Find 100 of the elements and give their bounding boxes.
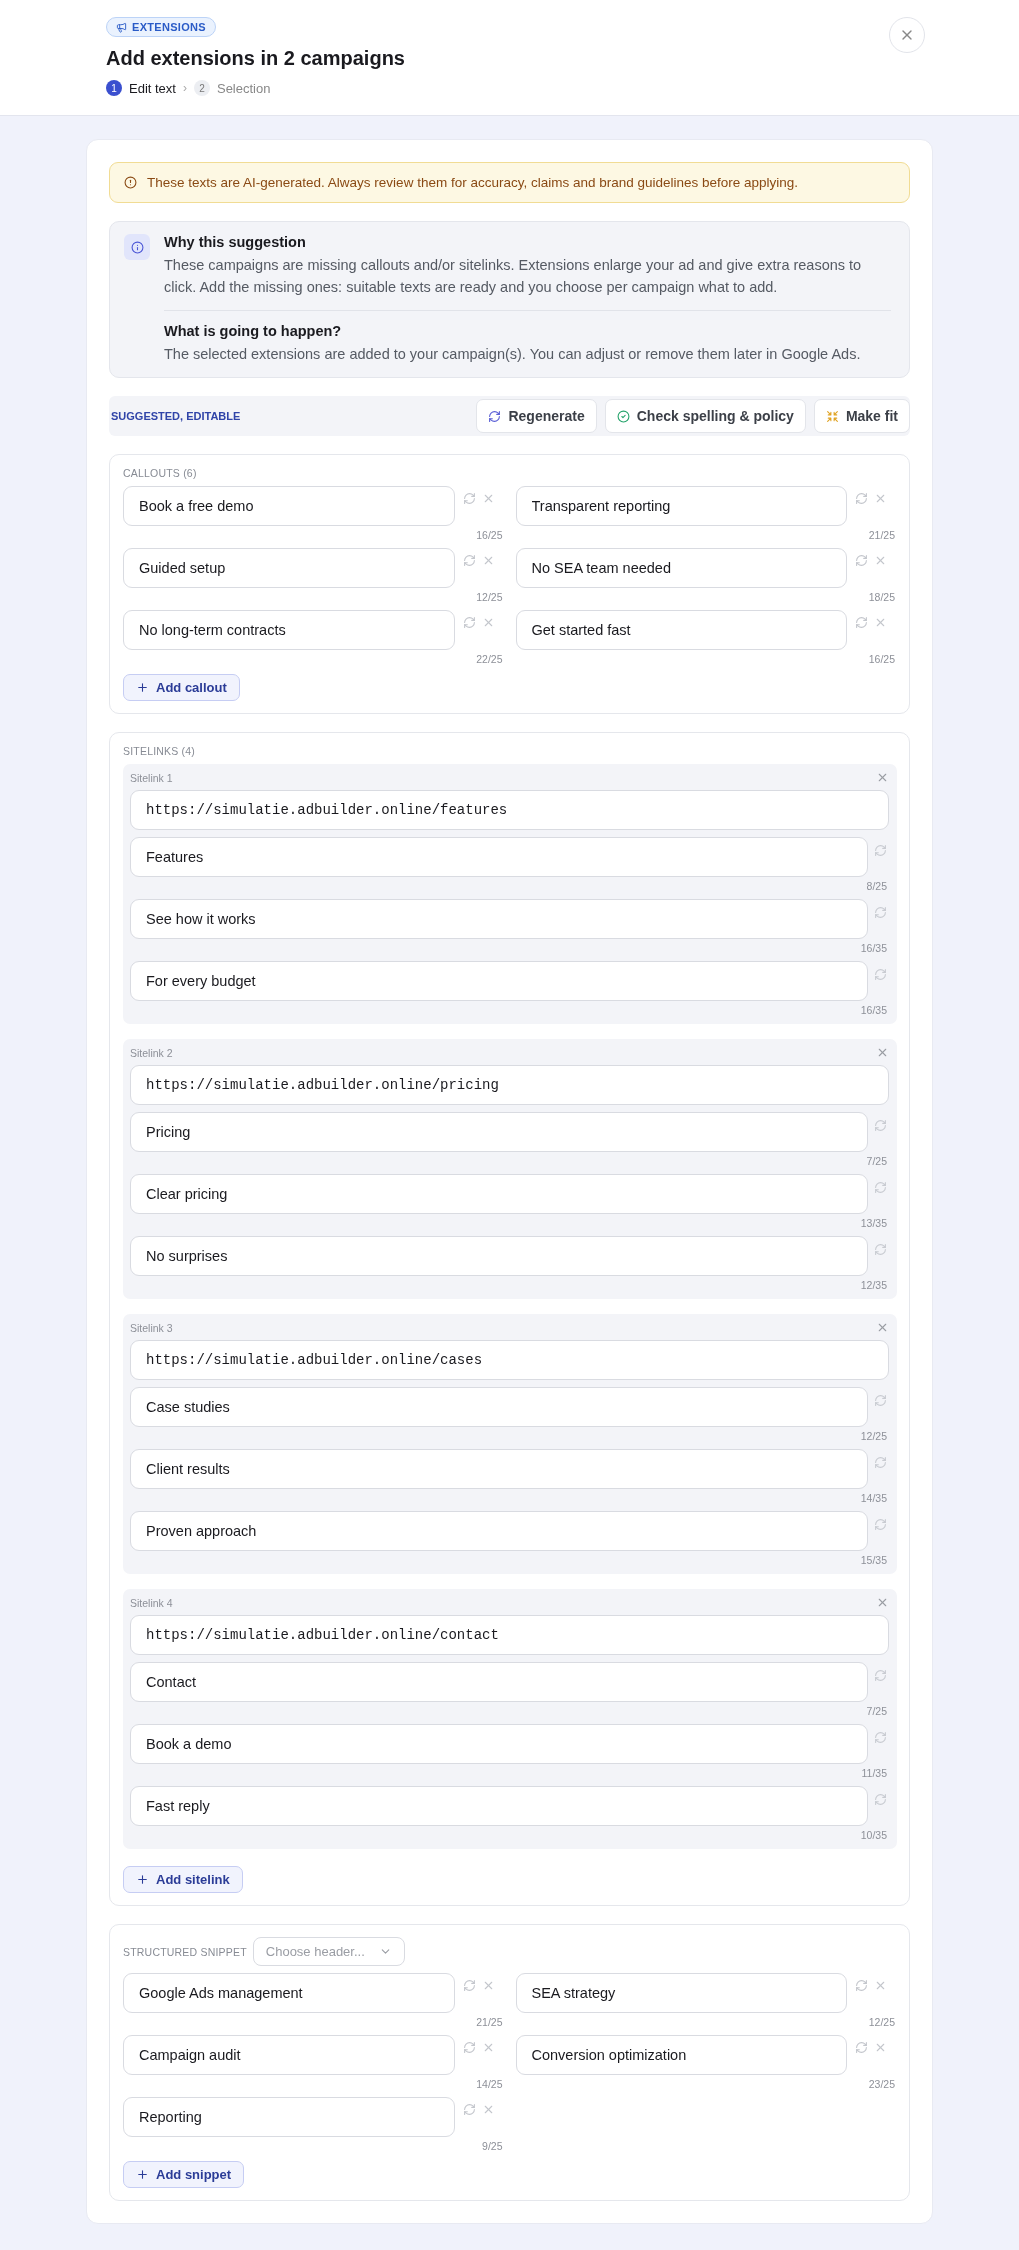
refresh-icon xyxy=(488,409,502,423)
sitelink-field[interactable]: Proven approach xyxy=(130,1511,868,1551)
char-count: 18/25 xyxy=(868,591,895,603)
refresh-icon[interactable] xyxy=(855,554,868,567)
sitelink-field[interactable]: See how it works xyxy=(130,899,868,939)
char-count: 7/25 xyxy=(866,1705,887,1717)
close-icon[interactable] xyxy=(874,1979,887,1992)
char-count: 7/25 xyxy=(866,1155,887,1167)
refresh-icon[interactable] xyxy=(874,844,887,857)
close-icon[interactable] xyxy=(876,771,889,784)
refresh-icon[interactable] xyxy=(874,1731,887,1744)
refresh-icon[interactable] xyxy=(874,968,887,981)
close-icon[interactable] xyxy=(876,1321,889,1334)
refresh-icon[interactable] xyxy=(462,1979,476,1992)
toolbar-label: SUGGESTED, EDITABLE xyxy=(111,410,241,422)
check-circle-icon xyxy=(616,409,630,423)
close-button[interactable] xyxy=(889,17,925,53)
toolbar-button[interactable]: Regenerate xyxy=(476,399,597,433)
sitelink-field[interactable]: Clear pricing xyxy=(130,1174,868,1214)
add-callout-button[interactable]: Add callout xyxy=(123,674,240,701)
char-count: 11/35 xyxy=(861,1767,887,1779)
callout-field[interactable]: No long-term contracts xyxy=(123,610,455,650)
refresh-icon[interactable] xyxy=(855,1979,868,1992)
char-count: 12/25 xyxy=(476,591,503,603)
close-icon[interactable] xyxy=(874,616,887,629)
refresh-icon[interactable] xyxy=(855,616,868,629)
url-field[interactable]: https://simulatie.adbuilder.online/cases xyxy=(130,1340,889,1380)
refresh-icon[interactable] xyxy=(855,2041,868,2054)
refresh-icon[interactable] xyxy=(874,1394,887,1407)
callout-field[interactable]: Guided setup xyxy=(123,548,455,588)
plus-icon xyxy=(136,2168,149,2181)
sitelink-field[interactable]: Features xyxy=(130,837,868,877)
url-field[interactable]: https://simulatie.adbuilder.online/pricing xyxy=(130,1065,889,1105)
char-count: 21/25 xyxy=(868,529,895,541)
ai-warning: These texts are AI-generated. Always review them for accuracy, claims and brand guidelines before applying. xyxy=(147,175,799,190)
refresh-icon[interactable] xyxy=(462,492,476,505)
sitelink-field[interactable]: No surprises xyxy=(130,1236,868,1276)
refresh-icon[interactable] xyxy=(462,2041,476,2054)
sitelink-field[interactable]: Client results xyxy=(130,1449,868,1489)
step-label: Selection xyxy=(216,80,271,96)
plus-icon xyxy=(136,681,149,694)
close-icon[interactable] xyxy=(874,554,887,567)
alert-icon xyxy=(124,176,137,189)
char-count: 23/25 xyxy=(868,2078,895,2090)
url-field[interactable]: https://simulatie.adbuilder.online/features xyxy=(130,790,889,830)
step-number: 1 xyxy=(106,80,122,96)
add-snippet-button[interactable]: Add snippet xyxy=(123,2161,245,2188)
step-label: Edit text xyxy=(129,80,176,96)
sitelink-field[interactable]: Book a demo xyxy=(130,1724,868,1764)
close-icon[interactable] xyxy=(876,1046,889,1059)
callout-field[interactable]: No SEA team needed xyxy=(515,548,847,588)
callout-field[interactable]: Book a free demo xyxy=(123,486,455,526)
close-icon[interactable] xyxy=(876,1596,889,1609)
info-text: These campaigns are missing callouts and/or sitelinks. Extensions enlarge your ad and give extra reasons to click. Add the missing ones: suitable texts are ready and you choose per campaign what to add. xyxy=(164,256,863,297)
refresh-icon[interactable] xyxy=(874,906,887,919)
char-count: 14/35 xyxy=(860,1492,887,1504)
sitelink-field[interactable]: Case studies xyxy=(130,1387,868,1427)
refresh-icon[interactable] xyxy=(874,1456,887,1469)
section-heading: SITELINKS (4) xyxy=(123,745,197,757)
sitelink-label: Sitelink 4 xyxy=(130,1596,173,1609)
url-field[interactable]: https://simulatie.adbuilder.online/contact xyxy=(130,1615,889,1655)
callout-field[interactable]: SEA strategy xyxy=(515,1973,847,2013)
info-text: The selected extensions are added to your campaign(s). You can adjust or remove them later in Google Ads. xyxy=(164,345,862,364)
sitelink-field[interactable]: Fast reply xyxy=(130,1786,868,1826)
plus-icon xyxy=(136,1873,149,1886)
step-separator: › xyxy=(182,81,187,95)
callout-field[interactable]: Campaign audit xyxy=(123,2035,455,2075)
callout-field[interactable]: Transparent reporting xyxy=(515,486,847,526)
char-count: 10/35 xyxy=(860,1829,887,1841)
char-count: 16/35 xyxy=(860,942,887,954)
add-sitelink-button[interactable]: Add sitelink xyxy=(123,1866,243,1893)
refresh-icon[interactable] xyxy=(462,616,476,629)
close-icon[interactable] xyxy=(874,492,887,505)
char-count: 13/35 xyxy=(860,1217,887,1229)
section-heading: CALLOUTS (6) xyxy=(123,467,198,479)
refresh-icon[interactable] xyxy=(462,2103,476,2116)
refresh-icon[interactable] xyxy=(874,1119,887,1132)
refresh-icon[interactable] xyxy=(874,1669,887,1682)
toolbar-button[interactable]: Make fit xyxy=(813,399,910,433)
sitelink-field[interactable]: Pricing xyxy=(130,1112,868,1152)
callout-field[interactable]: Get started fast xyxy=(515,610,847,650)
char-count: 16/25 xyxy=(476,529,503,541)
toolbar-button[interactable]: Check spelling & policy xyxy=(604,399,806,433)
refresh-icon[interactable] xyxy=(462,554,476,567)
callout-field[interactable]: Conversion optimization xyxy=(515,2035,847,2075)
refresh-icon[interactable] xyxy=(874,1518,887,1531)
sitelink-field[interactable]: For every budget xyxy=(130,961,868,1001)
shrink-icon xyxy=(825,409,839,423)
refresh-icon[interactable] xyxy=(874,1793,887,1806)
callout-field[interactable]: Google Ads management xyxy=(123,1973,455,2013)
sitelink-label: Sitelink 1 xyxy=(130,771,173,784)
refresh-icon[interactable] xyxy=(874,1181,887,1194)
refresh-icon[interactable] xyxy=(874,1243,887,1256)
close-icon[interactable] xyxy=(874,2041,887,2054)
char-count: 16/25 xyxy=(868,653,895,665)
refresh-icon[interactable] xyxy=(855,492,868,505)
char-count: 9/25 xyxy=(482,2140,503,2152)
sitelink-field[interactable]: Contact xyxy=(130,1662,868,1702)
callout-field[interactable]: Reporting xyxy=(123,2097,455,2137)
extensions-badge: EXTENSIONS xyxy=(106,17,216,37)
